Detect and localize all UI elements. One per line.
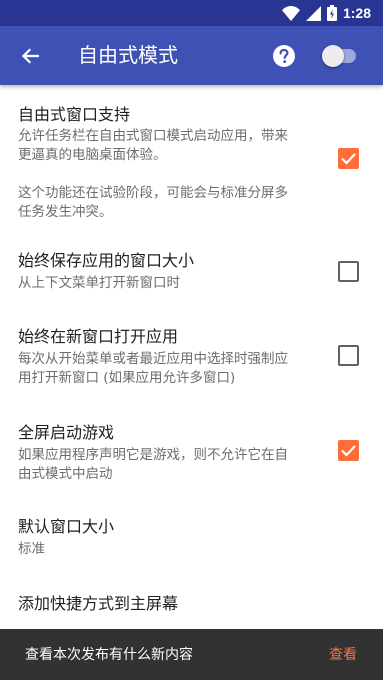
setting-summary: 标准 xyxy=(18,541,45,557)
checkbox-freeform-support[interactable] xyxy=(338,148,359,169)
setting-summary: 从上下文菜单打开新窗口时 xyxy=(18,275,180,291)
setting-title: 始终保存应用的窗口大小 xyxy=(18,251,195,270)
master-switch[interactable] xyxy=(322,45,360,67)
wifi-icon xyxy=(281,5,300,21)
setting-title: 默认窗口大小 xyxy=(18,517,115,536)
setting-summary: 如果应用程序声明它是游戏，则不允许它在自 由式模式中启动 xyxy=(18,447,288,482)
checkmark-icon xyxy=(341,445,356,457)
checkbox-save-window-size[interactable] xyxy=(338,261,359,282)
help-button[interactable] xyxy=(269,41,299,71)
setting-title: 始终在新窗口打开应用 xyxy=(18,327,179,346)
setting-freeform-support[interactable]: 自由式窗口支持 允许任务栏在自由式窗口模式启动应用，带来 更逼真的电脑桌面体验。… xyxy=(0,85,383,239)
help-icon xyxy=(273,45,295,67)
setting-add-shortcut[interactable]: 添加快捷方式到主屏幕 xyxy=(0,583,383,629)
snackbar: 查看本次发布有什么新内容 查看 xyxy=(0,629,383,680)
setting-title: 全屏启动游戏 xyxy=(18,423,115,442)
back-button[interactable] xyxy=(10,36,50,76)
checkbox-always-new-window[interactable] xyxy=(338,345,359,366)
status-time: 1:28 xyxy=(342,5,371,21)
checkmark-icon xyxy=(341,153,356,165)
setting-title: 自由式窗口支持 xyxy=(18,105,131,124)
setting-summary: 允许任务栏在自由式窗口模式启动应用，带来 更逼真的电脑桌面体验。 这个功能还在试… xyxy=(18,128,288,220)
snackbar-message: 查看本次发布有什么新内容 xyxy=(25,647,193,663)
switch-thumb xyxy=(322,45,344,67)
app-bar: 自由式模式 xyxy=(0,26,383,85)
setting-save-window-size[interactable]: 始终保存应用的窗口大小 从上下文菜单打开新窗口时 xyxy=(0,239,383,315)
setting-fullscreen-games[interactable]: 全屏启动游戏 如果应用程序声明它是游戏，则不允许它在自 由式模式中启动 xyxy=(0,411,383,505)
setting-default-window-size[interactable]: 默认窗口大小 标准 xyxy=(0,505,383,583)
status-bar: 1:28 xyxy=(0,0,383,26)
status-icons: 1:28 xyxy=(281,4,371,22)
page-title: 自由式模式 xyxy=(78,43,178,67)
checkbox-fullscreen-games[interactable] xyxy=(338,440,359,461)
setting-summary: 每次从开始菜单或者最近应用中选择时强制应 用打开新窗口 (如果应用允许多窗口) xyxy=(18,351,288,386)
battery-icon xyxy=(326,5,337,21)
arrow-back-icon xyxy=(21,48,39,64)
snackbar-action-button[interactable]: 查看 xyxy=(329,646,357,664)
setting-title: 添加快捷方式到主屏幕 xyxy=(18,594,179,613)
setting-always-new-window[interactable]: 始终在新窗口打开应用 每次从开始菜单或者最近应用中选择时强制应 用打开新窗口 (… xyxy=(0,315,383,411)
cell-signal-icon xyxy=(305,5,321,21)
